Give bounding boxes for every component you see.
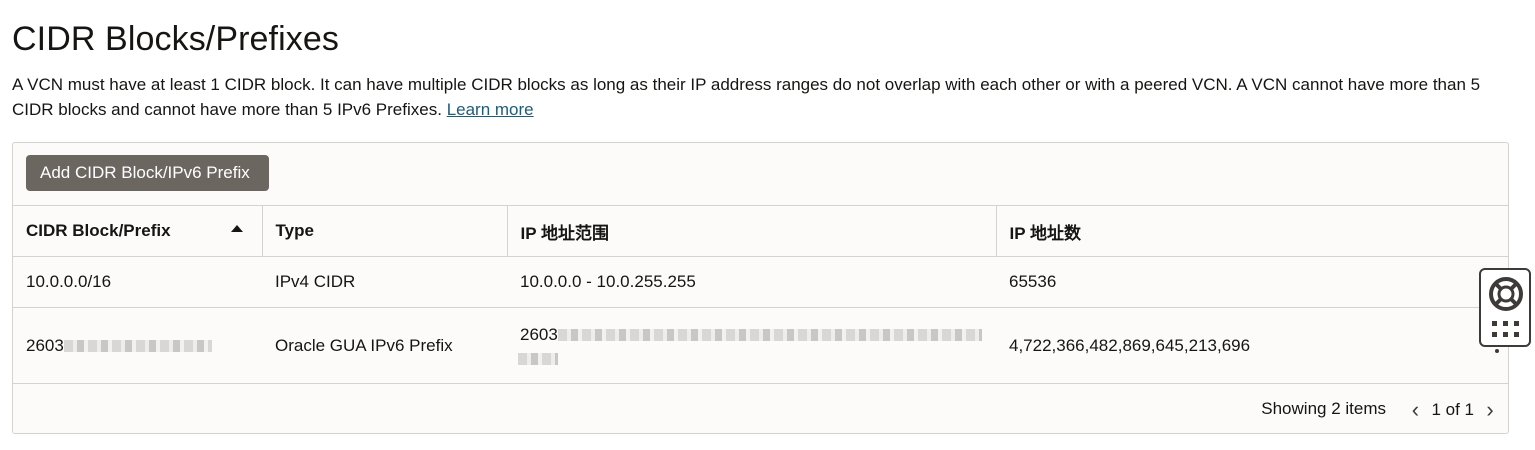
lifebuoy-icon[interactable]	[1488, 276, 1524, 312]
description-text: A VCN must have at least 1 CIDR block. I…	[12, 75, 1481, 119]
cell-count: 4,722,366,482,869,645,213,696	[996, 307, 1509, 384]
redacted-value	[518, 353, 558, 366]
cell-range: 2603	[507, 307, 996, 384]
grid-icon[interactable]	[1492, 321, 1520, 339]
cell-cidr: 2603	[13, 307, 262, 384]
cell-type: IPv4 CIDR	[262, 256, 507, 308]
chevron-right-icon[interactable]: ›	[1480, 397, 1500, 423]
redacted-value	[63, 340, 212, 353]
cell-cidr: 10.0.0.0/16	[13, 256, 262, 308]
column-header-cidr[interactable]: CIDR Block/Prefix	[13, 205, 263, 257]
page-indicator: 1 of 1	[1431, 400, 1474, 419]
page-description: A VCN must have at least 1 CIDR block. I…	[12, 72, 1524, 122]
table-toolbar: Add CIDR Block/IPv6 Prefix	[13, 143, 1508, 206]
cell-range: 10.0.0.0 - 10.0.255.255	[507, 256, 996, 308]
column-header-ip-range[interactable]: IP 地址范围	[507, 205, 997, 257]
column-header-type[interactable]: Type	[262, 205, 508, 257]
page-title: CIDR Blocks/Prefixes	[12, 20, 339, 58]
cidr-table: CIDR Block/Prefix Type IP 地址范围 IP 地址数 10…	[13, 205, 1509, 384]
more-indicator-dot	[1495, 349, 1499, 353]
learn-more-link[interactable]: Learn more	[447, 100, 534, 119]
cidr-table-panel: Add CIDR Block/IPv6 Prefix CIDR Block/Pr…	[12, 142, 1509, 434]
column-header-ip-count[interactable]: IP 地址数	[996, 205, 1509, 257]
add-cidr-block-button[interactable]: Add CIDR Block/IPv6 Prefix	[26, 155, 269, 191]
table-row: 2603 Oracle GUA IPv6 Prefix 2603 4,722,3…	[13, 307, 1509, 384]
table-footer: Showing 2 items ‹ 1 of 1 ›	[13, 383, 1508, 436]
table-header-row: CIDR Block/Prefix Type IP 地址范围 IP 地址数	[13, 205, 1509, 257]
items-count: Showing 2 items	[1261, 399, 1386, 418]
redacted-value	[557, 329, 982, 342]
cell-count: 65536	[996, 256, 1509, 308]
pagination: ‹ 1 of 1 ›	[1405, 396, 1500, 424]
sort-ascending-icon[interactable]	[230, 225, 243, 232]
cell-type: Oracle GUA IPv6 Prefix	[262, 307, 507, 384]
table-row: 10.0.0.0/16 IPv4 CIDR 10.0.0.0 - 10.0.25…	[13, 256, 1509, 308]
chevron-left-icon[interactable]: ‹	[1405, 397, 1425, 423]
help-widget[interactable]	[1479, 268, 1531, 347]
